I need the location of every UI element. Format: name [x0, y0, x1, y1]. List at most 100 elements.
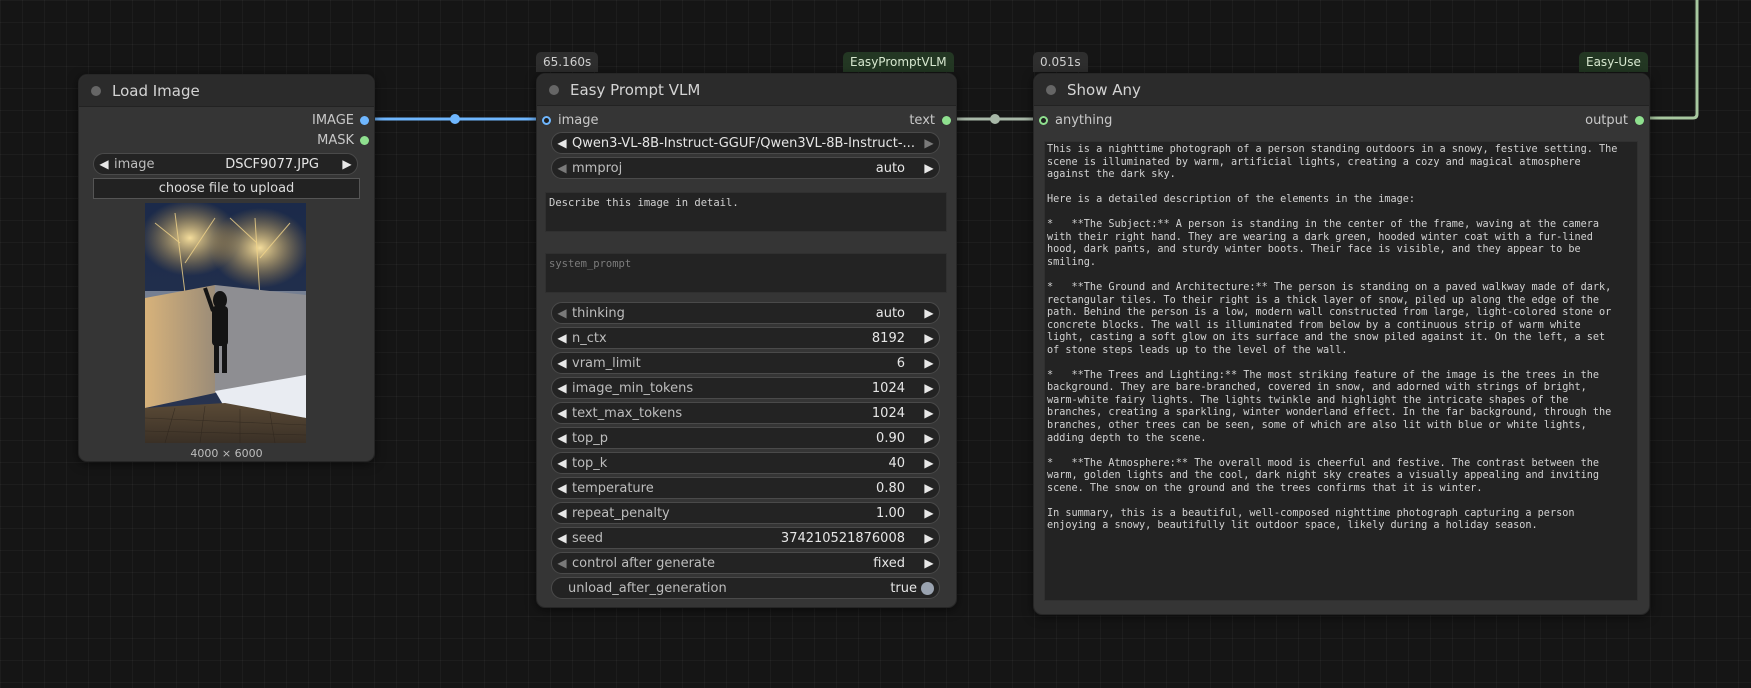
input-port-anything[interactable]: anything	[1039, 111, 1112, 129]
image-combo[interactable]: ◀ image DSCF9077.JPG ▶	[93, 153, 358, 175]
output-port-output[interactable]: output	[1585, 111, 1644, 129]
thinking-combo[interactable]: ◀ thinking auto ▶	[551, 302, 940, 324]
widget-value: 374210521876008	[780, 530, 905, 546]
widget-value: 1024	[871, 380, 905, 396]
widget-label: text_max_tokens	[572, 405, 683, 421]
toggle-knob[interactable]	[921, 581, 934, 595]
arrow-right-icon[interactable]: ▶	[919, 331, 939, 345]
widget-value: auto	[875, 305, 905, 321]
node-header[interactable]: Easy Prompt VLM	[537, 74, 956, 106]
widget-value: 6	[896, 355, 905, 371]
status-dot	[549, 84, 559, 95]
top-p-number[interactable]: ◀ top_p 0.90 ▶	[551, 427, 940, 449]
arrow-left-icon[interactable]: ◀	[552, 161, 572, 175]
widget-value: 1.00	[876, 505, 905, 521]
port-label: image	[558, 112, 599, 128]
widget-label: image	[114, 156, 155, 172]
output-port-image[interactable]: IMAGE	[312, 111, 369, 129]
widget-value: 0.80	[876, 480, 905, 496]
node-title: Load Image	[112, 81, 200, 100]
widget-value: true	[890, 580, 917, 596]
port-label: MASK	[317, 132, 354, 148]
arrow-left-icon[interactable]: ◀	[552, 556, 572, 570]
show-any-node[interactable]: Show Any anything output This is a night…	[1033, 73, 1650, 615]
input-port-image[interactable]: image	[542, 111, 599, 129]
arrow-left-icon[interactable]: ◀	[552, 481, 572, 495]
easy-prompt-vlm-node[interactable]: Easy Prompt VLM image text ◀ Qwen3-VL-8B…	[536, 73, 957, 608]
arrow-right-icon[interactable]: ▶	[919, 431, 939, 445]
repeat-penalty-number[interactable]: ◀ repeat_penalty 1.00 ▶	[551, 502, 940, 524]
port-dot[interactable]	[360, 135, 369, 145]
arrow-right-icon[interactable]: ▶	[919, 306, 939, 320]
widget-value: 0.90	[876, 430, 905, 446]
arrow-right-icon[interactable]: ▶	[919, 456, 939, 470]
prompt-textarea[interactable]: Describe this image in detail.	[545, 192, 947, 232]
arrow-right-icon[interactable]: ▶	[919, 356, 939, 370]
widget-label: mmproj	[572, 160, 623, 176]
port-dot[interactable]	[942, 115, 951, 125]
text-max-tokens-number[interactable]: ◀ text_max_tokens 1024 ▶	[551, 402, 940, 424]
status-dot	[1046, 84, 1056, 95]
arrow-left-icon[interactable]: ◀	[552, 506, 572, 520]
upload-button[interactable]: choose file to upload	[93, 178, 360, 199]
arrow-left-icon[interactable]: ◀	[552, 531, 572, 545]
widget-value: DSCF9077.JPG	[225, 156, 319, 172]
widget-label: control after generate	[572, 555, 715, 571]
arrow-left-icon[interactable]: ◀	[552, 456, 572, 470]
text-link-midpoint[interactable]	[990, 114, 1000, 124]
port-dot[interactable]	[542, 115, 551, 125]
arrow-left-icon[interactable]: ◀	[94, 157, 114, 171]
port-label: anything	[1055, 112, 1113, 128]
arrow-right-icon[interactable]: ▶	[919, 406, 939, 420]
arrow-left-icon[interactable]: ◀	[552, 331, 572, 345]
status-dot	[91, 85, 101, 96]
arrow-left-icon[interactable]: ◀	[552, 136, 572, 150]
arrow-right-icon[interactable]: ▶	[919, 531, 939, 545]
arrow-right-icon[interactable]: ▶	[919, 381, 939, 395]
control-after-generate-combo[interactable]: ◀ control after generate fixed ▶	[551, 552, 940, 574]
arrow-left-icon[interactable]: ◀	[552, 406, 572, 420]
widget-value: fixed	[873, 555, 905, 571]
image-dimensions: 4000 × 6000	[190, 447, 263, 460]
output-port-mask[interactable]: MASK	[317, 131, 369, 149]
port-dot[interactable]	[1635, 115, 1644, 125]
arrow-right-icon[interactable]: ▶	[919, 506, 939, 520]
output-port-text[interactable]: text	[909, 111, 951, 129]
output-textarea[interactable]: This is a nighttime photograph of a pers…	[1044, 141, 1638, 601]
port-dot[interactable]	[360, 115, 369, 125]
image-link-midpoint[interactable]	[450, 114, 460, 124]
port-dot[interactable]	[1039, 115, 1048, 125]
arrow-right-icon[interactable]: ▶	[919, 161, 939, 175]
widget-label: unload_after_generation	[568, 580, 727, 596]
timing-badge: 0.051s	[1033, 52, 1088, 72]
widget-label: vram_limit	[572, 355, 641, 371]
port-label: IMAGE	[311, 112, 354, 128]
arrow-right-icon[interactable]: ▶	[919, 481, 939, 495]
model-combo[interactable]: ◀ Qwen3-VL-8B-Instruct-GGUF/Qwen3VL-8B-I…	[551, 132, 940, 154]
system-prompt-textarea[interactable]: system_prompt	[545, 253, 947, 293]
arrow-left-icon[interactable]: ◀	[552, 306, 572, 320]
node-header[interactable]: Show Any	[1034, 74, 1649, 106]
top-k-number[interactable]: ◀ top_k 40 ▶	[551, 452, 940, 474]
unload-after-generation-toggle[interactable]: unload_after_generation true	[551, 577, 940, 599]
arrow-right-icon[interactable]: ▶	[337, 157, 357, 171]
arrow-left-icon[interactable]: ◀	[552, 381, 572, 395]
widget-label: temperature	[572, 480, 654, 496]
node-title: Easy Prompt VLM	[570, 80, 701, 99]
arrow-right-icon[interactable]: ▶	[919, 556, 939, 570]
node-source-badge: Easy-Use	[1579, 52, 1648, 72]
load-image-node[interactable]: Load Image IMAGE MASK ◀ image DSCF9077.J…	[78, 74, 375, 462]
node-header[interactable]: Load Image	[79, 75, 374, 107]
widget-value: 1024	[871, 405, 905, 421]
seed-number[interactable]: ◀ seed 374210521876008 ▶	[551, 527, 940, 549]
timing-badge: 65.160s	[536, 52, 599, 72]
node-title: Show Any	[1067, 80, 1141, 99]
vram-limit-number[interactable]: ◀ vram_limit 6 ▶	[551, 352, 940, 374]
arrow-left-icon[interactable]: ◀	[552, 431, 572, 445]
image-min-tokens-number[interactable]: ◀ image_min_tokens 1024 ▶	[551, 377, 940, 399]
mmproj-combo[interactable]: ◀ mmproj auto ▶	[551, 157, 940, 179]
n-ctx-number[interactable]: ◀ n_ctx 8192 ▶	[551, 327, 940, 349]
arrow-right-icon[interactable]: ▶	[919, 136, 939, 150]
arrow-left-icon[interactable]: ◀	[552, 356, 572, 370]
temperature-number[interactable]: ◀ temperature 0.80 ▶	[551, 477, 940, 499]
